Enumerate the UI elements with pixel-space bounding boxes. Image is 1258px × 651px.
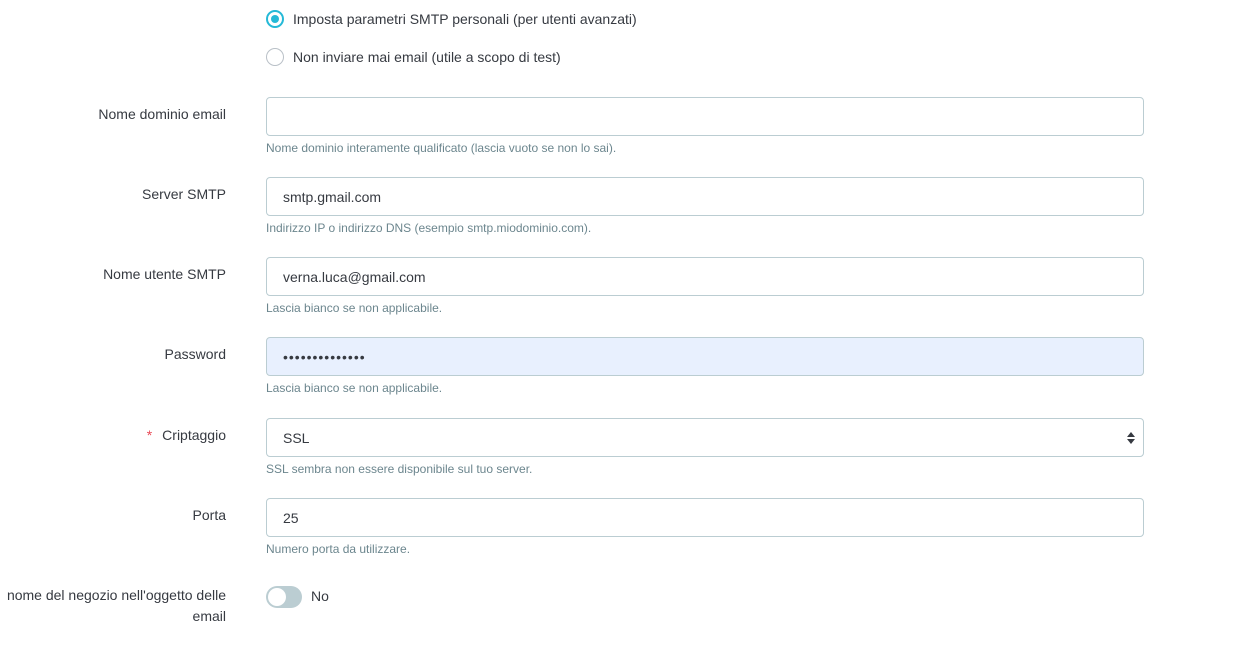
shop-name-subject-toggle-label: No [311,588,329,604]
encryption-label: * Criptaggio [147,425,226,446]
radio-option-never[interactable]: Non inviare mai email (utile a scopo di … [266,47,561,67]
encryption-help: SSL sembra non essere disponibile sul tu… [266,462,533,476]
port-help: Numero porta da utilizzare. [266,542,411,556]
shop-name-subject-label-line2: email [192,608,226,624]
username-help: Lascia bianco se non applicabile. [266,301,443,315]
radio-smtp[interactable] [266,10,284,28]
password-input[interactable] [266,337,1144,376]
required-mark: * [146,427,153,443]
radio-smtp-label: Imposta parametri SMTP personali (per ut… [293,11,637,27]
encryption-select[interactable]: SSL [266,418,1144,457]
domain-label: Nome dominio email [98,106,226,122]
server-label: Server SMTP [141,186,226,202]
port-input[interactable] [266,498,1144,537]
encryption-select-value: SSL [283,429,310,446]
shop-name-subject-label-line1: nome del negozio nell'oggetto delle [6,587,226,603]
radio-never-label: Non inviare mai email (utile a scopo di … [293,49,561,65]
radio-never[interactable] [266,48,284,66]
toggle-knob [268,588,286,606]
encryption-label-text: Criptaggio [162,427,226,443]
password-label: Password [164,346,226,362]
domain-help: Nome dominio interamente qualificato (la… [266,141,617,155]
shop-name-subject-label: nome del negozio nell'oggetto delle emai… [7,585,226,627]
port-label: Porta [192,507,226,523]
server-help: Indirizzo IP o indirizzo DNS (esempio sm… [266,221,592,235]
domain-input[interactable] [266,97,1144,136]
shop-name-subject-toggle[interactable] [266,586,302,608]
username-input[interactable] [266,257,1144,296]
radio-option-smtp[interactable]: Imposta parametri SMTP personali (per ut… [266,9,637,29]
username-label: Nome utente SMTP [103,266,226,282]
select-arrows-icon [1126,432,1136,444]
password-help: Lascia bianco se non applicabile. [266,381,443,395]
server-input[interactable] [266,177,1144,216]
